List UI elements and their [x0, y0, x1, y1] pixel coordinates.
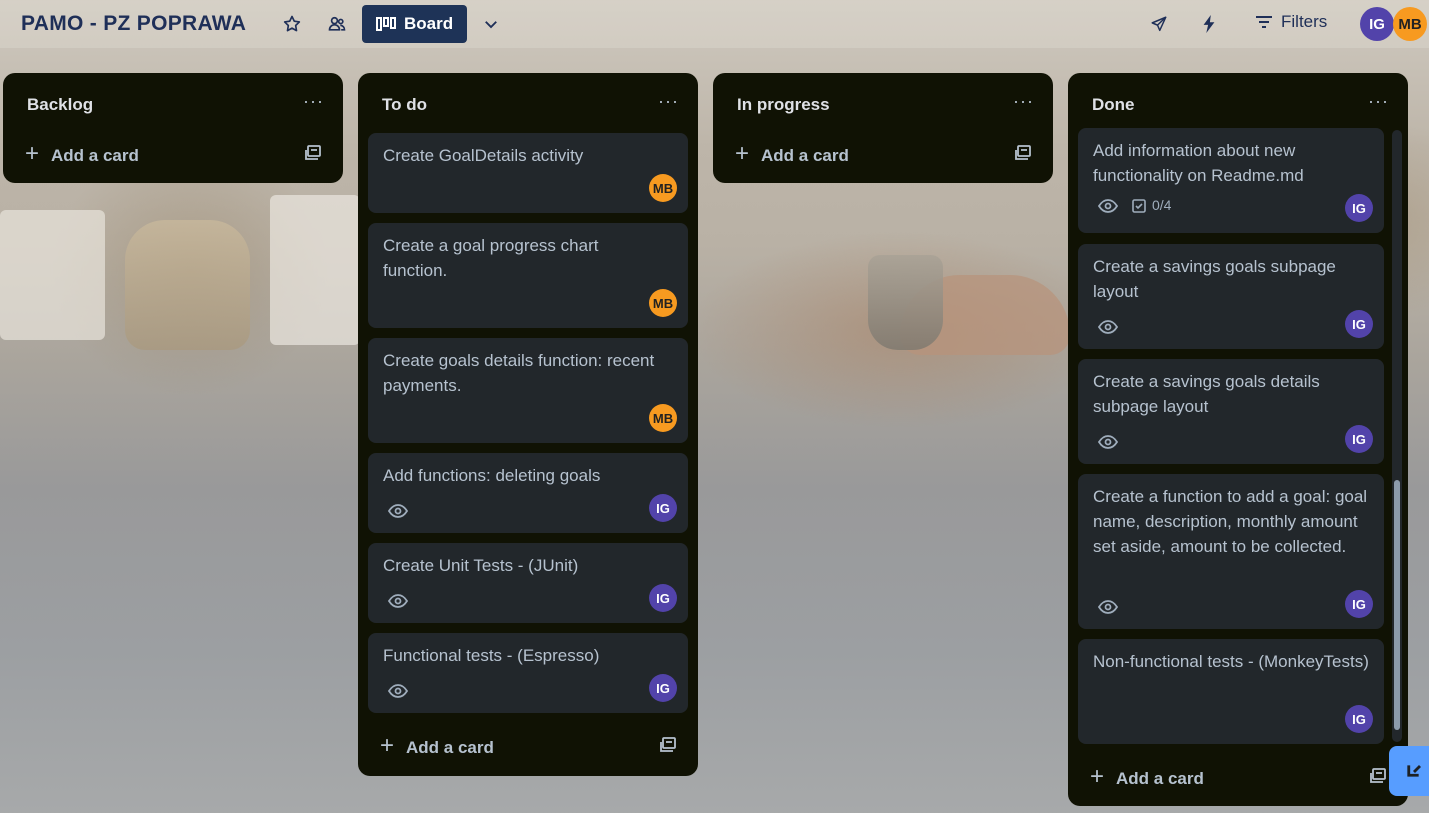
card-template-icon[interactable] — [1370, 768, 1388, 784]
card[interactable]: Add functions: deleting goals IG — [368, 453, 688, 533]
card[interactable]: Add information about new functionality … — [1078, 128, 1384, 233]
card-member-avatar[interactable]: IG — [649, 494, 677, 522]
list-menu-button[interactable]: ··· — [1013, 91, 1034, 112]
card-template-icon[interactable] — [660, 737, 678, 753]
background-stool — [125, 220, 250, 350]
eye-watch-icon — [1098, 320, 1118, 334]
background-chair-left — [0, 210, 105, 340]
card-member-avatar[interactable]: IG — [1345, 705, 1373, 733]
add-card-button[interactable]: + Add a card — [1090, 763, 1204, 791]
star-icon[interactable] — [276, 8, 308, 40]
filter-icon — [1256, 16, 1272, 28]
card-title: Create a savings goals subpage layout — [1093, 257, 1336, 301]
add-card-button[interactable]: + Add a card — [735, 140, 849, 168]
card-title: Create a function to add a goal: goal na… — [1093, 487, 1368, 556]
eye-watch-icon — [1098, 198, 1118, 213]
eye-watch-icon — [1098, 600, 1118, 614]
list-todo: To do ··· Create GoalDetails activity MB… — [358, 73, 698, 776]
card-title: Create Unit Tests - (JUnit) — [383, 556, 579, 575]
done-list-scrollbar[interactable] — [1392, 130, 1402, 742]
card[interactable]: Create goals details function: recent pa… — [368, 338, 688, 443]
power-ups-rocket-icon[interactable] — [1143, 8, 1175, 40]
card-member-avatar[interactable]: IG — [1345, 310, 1373, 338]
jira-icon — [1407, 765, 1421, 777]
chevron-down-icon[interactable] — [475, 8, 507, 40]
card[interactable]: Create a savings goals subpage layout IG — [1078, 244, 1384, 349]
board-header: PAMO - PZ POPRAWA Board Filters IG MB — [0, 0, 1429, 48]
plus-icon: + — [380, 732, 395, 759]
card-title: Add functions: deleting goals — [383, 466, 601, 485]
automation-lightning-icon[interactable] — [1193, 8, 1225, 40]
card-member-avatar[interactable]: IG — [1345, 425, 1373, 453]
member-avatar-mb[interactable]: MB — [1393, 7, 1427, 41]
eye-watch-icon — [1098, 435, 1118, 449]
plus-icon: + — [25, 140, 40, 167]
scrollbar-thumb[interactable] — [1394, 480, 1400, 730]
eye-watch-icon — [388, 504, 408, 518]
checklist-icon — [1132, 198, 1146, 213]
board-title[interactable]: PAMO - PZ POPRAWA — [21, 12, 246, 36]
add-card-button[interactable]: + Add a card — [380, 732, 494, 760]
checklist-count: 0/4 — [1152, 197, 1172, 213]
card-member-avatar[interactable]: IG — [649, 674, 677, 702]
card-title: Non-functional tests - (MonkeyTests) — [1093, 652, 1369, 671]
card[interactable]: Create a goal progress chart function. M… — [368, 223, 688, 328]
card[interactable]: Create a function to add a goal: goal na… — [1078, 474, 1384, 629]
card-title: Add information about new functionality … — [1093, 141, 1304, 185]
list-menu-button[interactable]: ··· — [658, 91, 679, 112]
card-member-avatar[interactable]: MB — [649, 289, 677, 317]
member-avatar-ig[interactable]: IG — [1360, 7, 1394, 41]
board-view-label: Board — [404, 14, 454, 33]
board-icon — [376, 17, 396, 31]
filters-button[interactable]: Filters — [1255, 12, 1327, 32]
add-card-label: Add a card — [761, 145, 849, 165]
eye-watch-icon — [388, 594, 408, 608]
filters-label: Filters — [1281, 12, 1328, 31]
list-title[interactable]: In progress — [737, 95, 830, 115]
list-done: Done ··· Add information about new funct… — [1068, 73, 1408, 806]
card-member-avatar[interactable]: MB — [649, 404, 677, 432]
plus-icon: + — [1090, 763, 1105, 790]
background-chair-right — [270, 195, 360, 345]
list-in-progress: In progress ··· + Add a card — [713, 73, 1053, 183]
eye-watch-icon — [388, 684, 408, 698]
card[interactable]: Create a savings goals details subpage l… — [1078, 359, 1384, 464]
board-view-button[interactable]: Board — [362, 5, 467, 43]
card[interactable]: Functional tests - (Espresso) IG — [368, 633, 688, 713]
checklist-badge: 0/4 — [1132, 193, 1171, 218]
card[interactable]: Create GoalDetails activity MB — [368, 133, 688, 213]
card-title: Functional tests - (Espresso) — [383, 646, 600, 665]
card-title: Create a goal progress chart function. — [383, 236, 599, 280]
card-template-icon[interactable] — [1015, 145, 1033, 161]
add-card-label: Add a card — [406, 737, 494, 757]
add-card-label: Add a card — [51, 145, 139, 165]
list-title[interactable]: Backlog — [27, 95, 93, 115]
card-title: Create goals details function: recent pa… — [383, 351, 655, 395]
card[interactable]: Create Unit Tests - (JUnit) IG — [368, 543, 688, 623]
plus-icon: + — [735, 140, 750, 167]
card[interactable]: Non-functional tests - (MonkeyTests) IG — [1078, 639, 1384, 744]
card-title: Create a savings goals details subpage l… — [1093, 372, 1320, 416]
background-plant-pot — [868, 255, 943, 350]
background-pillow — [900, 275, 1070, 355]
list-menu-button[interactable]: ··· — [1368, 91, 1389, 112]
add-card-button[interactable]: + Add a card — [25, 140, 139, 168]
workspace-visibility-icon[interactable] — [321, 8, 353, 40]
card-member-avatar[interactable]: IG — [1345, 194, 1373, 222]
list-menu-button[interactable]: ··· — [303, 91, 324, 112]
card-title: Create GoalDetails activity — [383, 146, 584, 165]
list-title[interactable]: To do — [382, 95, 427, 115]
card-member-avatar[interactable]: IG — [1345, 590, 1373, 618]
jira-integration-button[interactable] — [1389, 746, 1429, 796]
card-member-avatar[interactable]: IG — [649, 584, 677, 612]
list-title[interactable]: Done — [1092, 95, 1135, 115]
list-backlog: Backlog ··· + Add a card — [3, 73, 343, 183]
card-member-avatar[interactable]: MB — [649, 174, 677, 202]
add-card-label: Add a card — [1116, 768, 1204, 788]
card-template-icon[interactable] — [305, 145, 323, 161]
